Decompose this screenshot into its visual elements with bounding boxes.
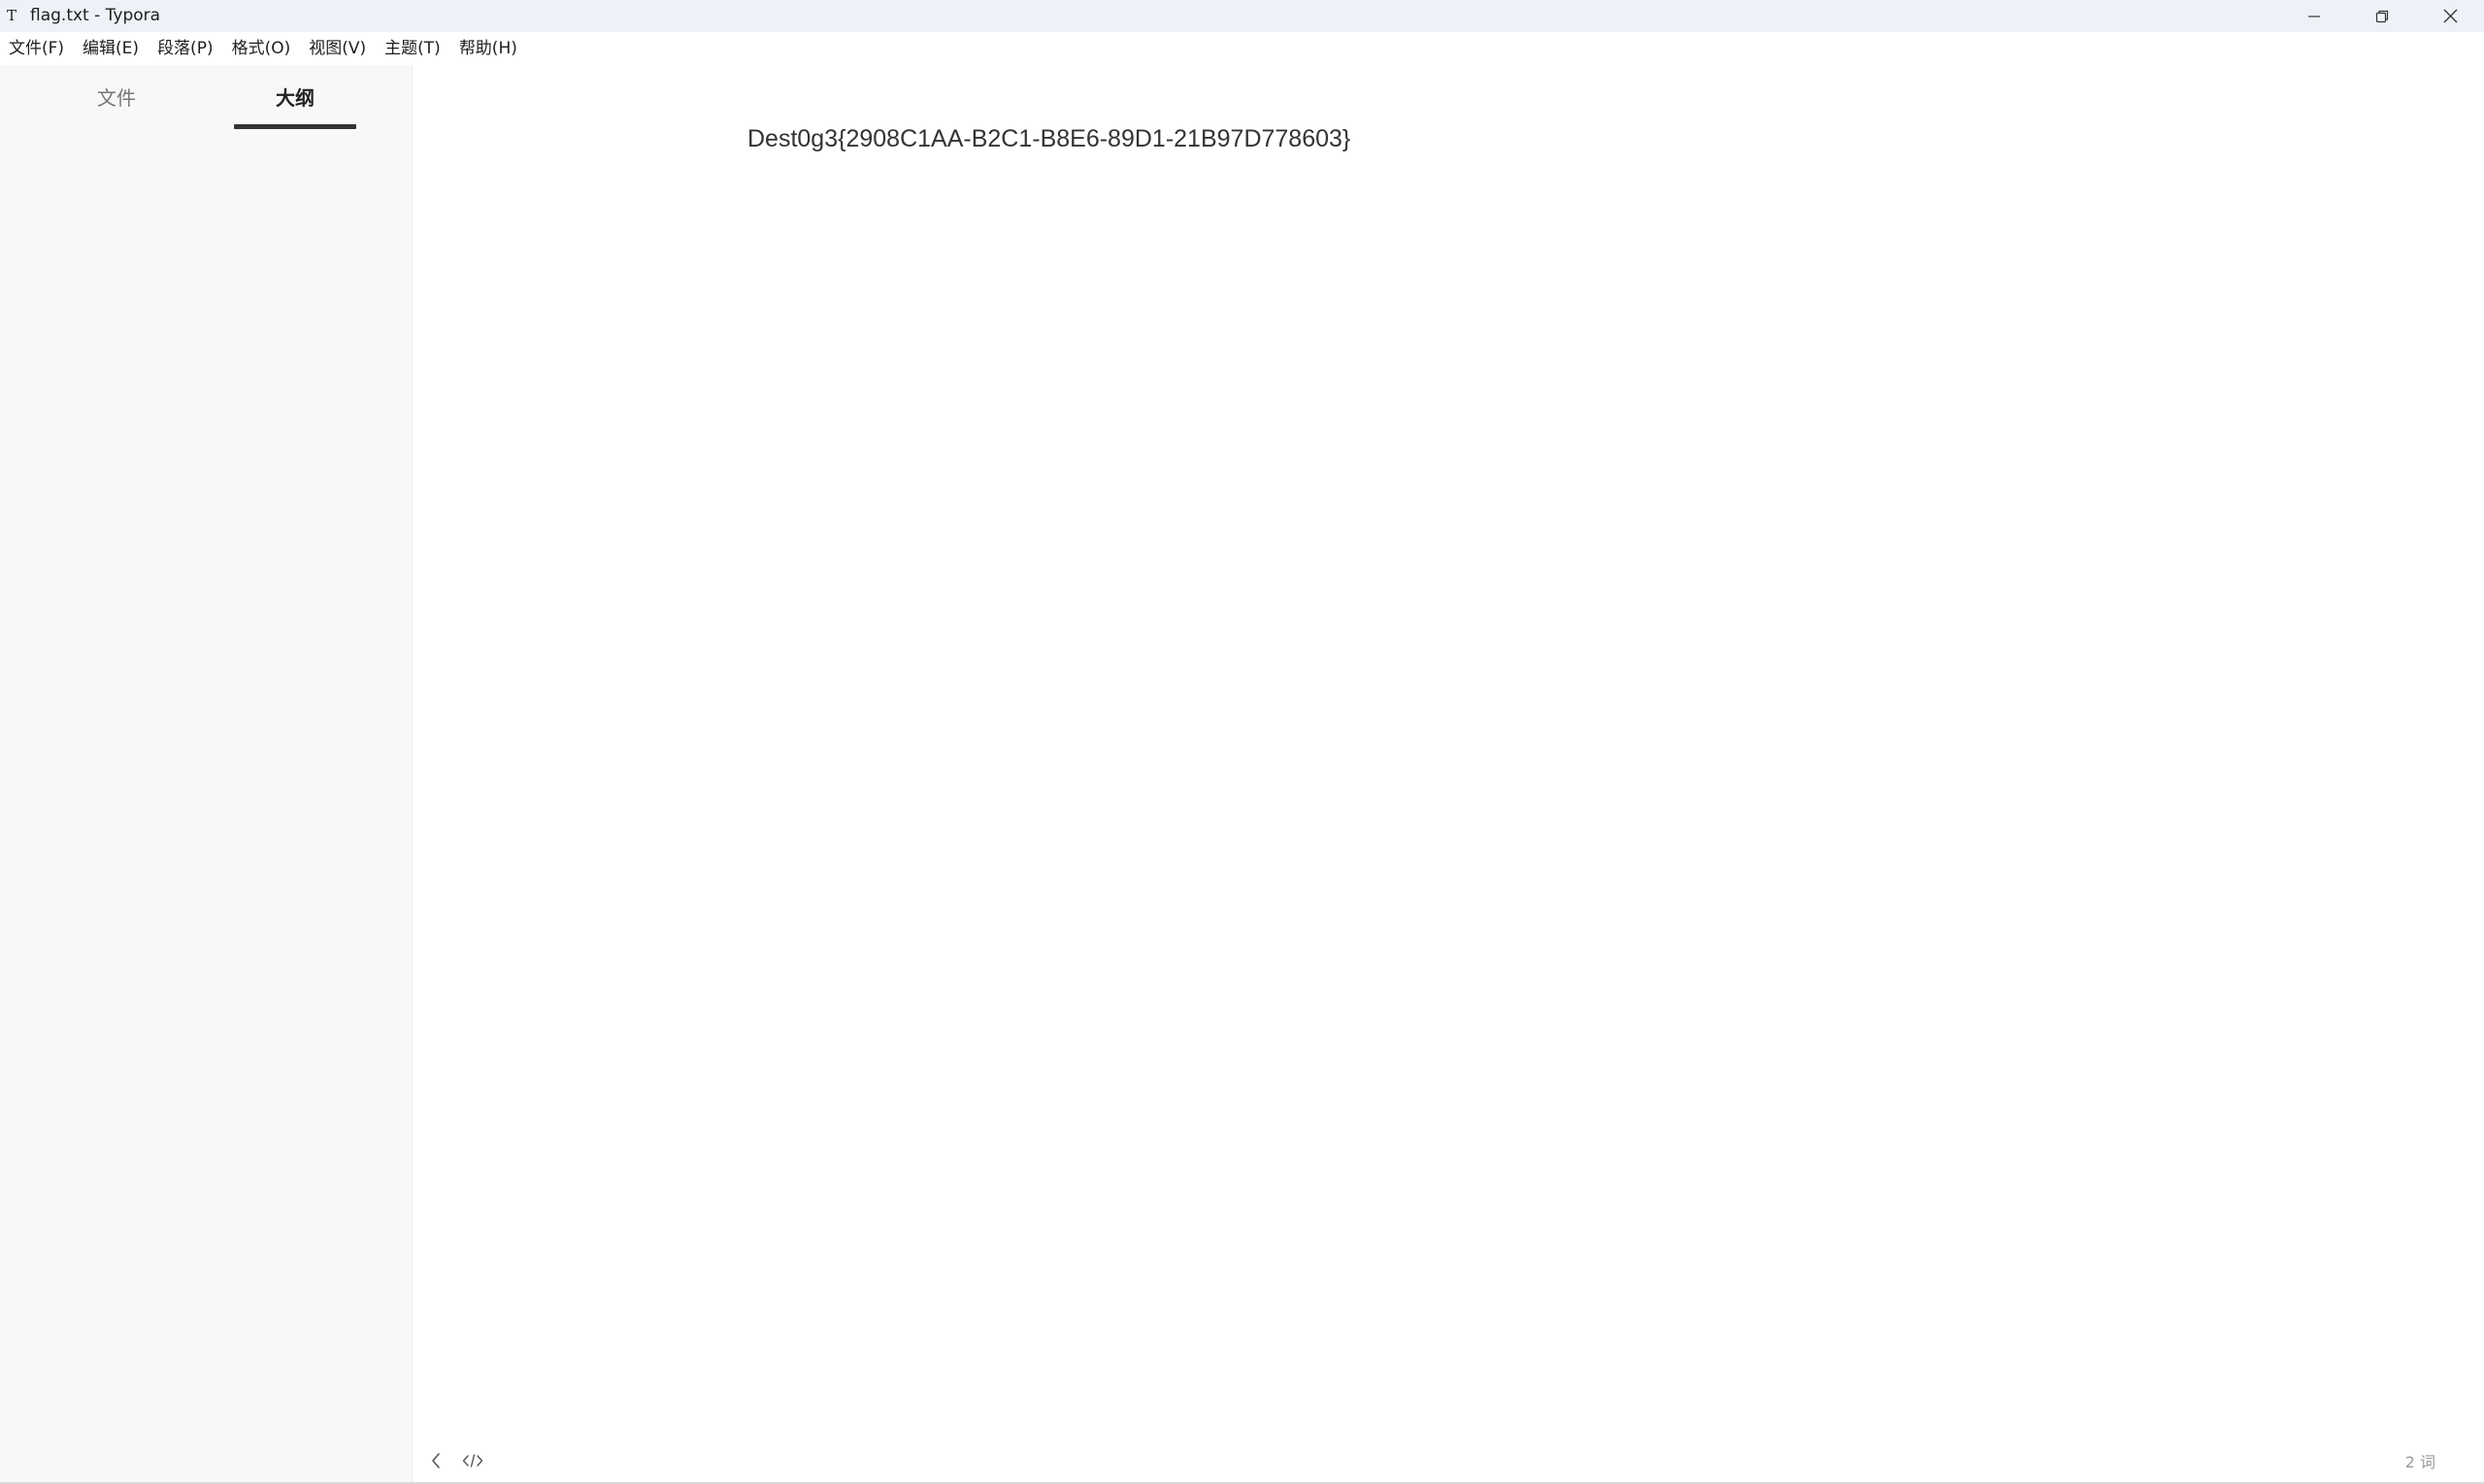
- window-controls: [2280, 0, 2484, 32]
- typora-app-icon: T: [7, 7, 17, 24]
- close-button[interactable]: [2416, 0, 2484, 32]
- restore-button[interactable]: [2348, 0, 2416, 32]
- menu-bar: 文件(F) 编辑(E) 段落(P) 格式(O) 视图(V) 主题(T) 帮助(H…: [0, 32, 2484, 65]
- tab-outline-label: 大纲: [276, 86, 315, 110]
- chevron-left-icon: [432, 1453, 440, 1468]
- source-code-mode-button[interactable]: [456, 1444, 489, 1477]
- editor-area[interactable]: Dest0g3{2908C1AA-B2C1-B8E6-89D1-21B97D77…: [414, 65, 2484, 1482]
- sidebar: 文件 大纲: [0, 65, 413, 1482]
- menu-paragraph[interactable]: 段落(P): [157, 32, 214, 65]
- document-text[interactable]: Dest0g3{2908C1AA-B2C1-B8E6-89D1-21B97D77…: [747, 125, 1350, 153]
- minimize-icon: [2308, 15, 2320, 17]
- close-icon: [2443, 9, 2457, 23]
- menu-help[interactable]: 帮助(H): [459, 32, 517, 65]
- restore-icon: [2375, 10, 2389, 22]
- window-title: flag.txt - Typora: [30, 6, 161, 25]
- menu-format[interactable]: 格式(O): [232, 32, 291, 65]
- status-bar: 2 词: [414, 1439, 2484, 1482]
- tab-files-label: 文件: [97, 86, 136, 110]
- menu-edit[interactable]: 编辑(E): [83, 32, 139, 65]
- tab-outline[interactable]: 大纲: [234, 84, 356, 129]
- minimize-button[interactable]: [2280, 0, 2348, 32]
- word-count[interactable]: 2 词: [2405, 1449, 2435, 1472]
- title-bar: T flag.txt - Typora: [0, 0, 2484, 32]
- menu-view[interactable]: 视图(V): [309, 32, 366, 65]
- menu-themes[interactable]: 主题(T): [384, 32, 441, 65]
- menu-file[interactable]: 文件(F): [9, 32, 64, 65]
- tab-files[interactable]: 文件: [55, 84, 178, 129]
- source-code-icon: [462, 1454, 483, 1468]
- active-tab-indicator: [234, 124, 356, 129]
- toggle-sidebar-button[interactable]: [419, 1444, 452, 1477]
